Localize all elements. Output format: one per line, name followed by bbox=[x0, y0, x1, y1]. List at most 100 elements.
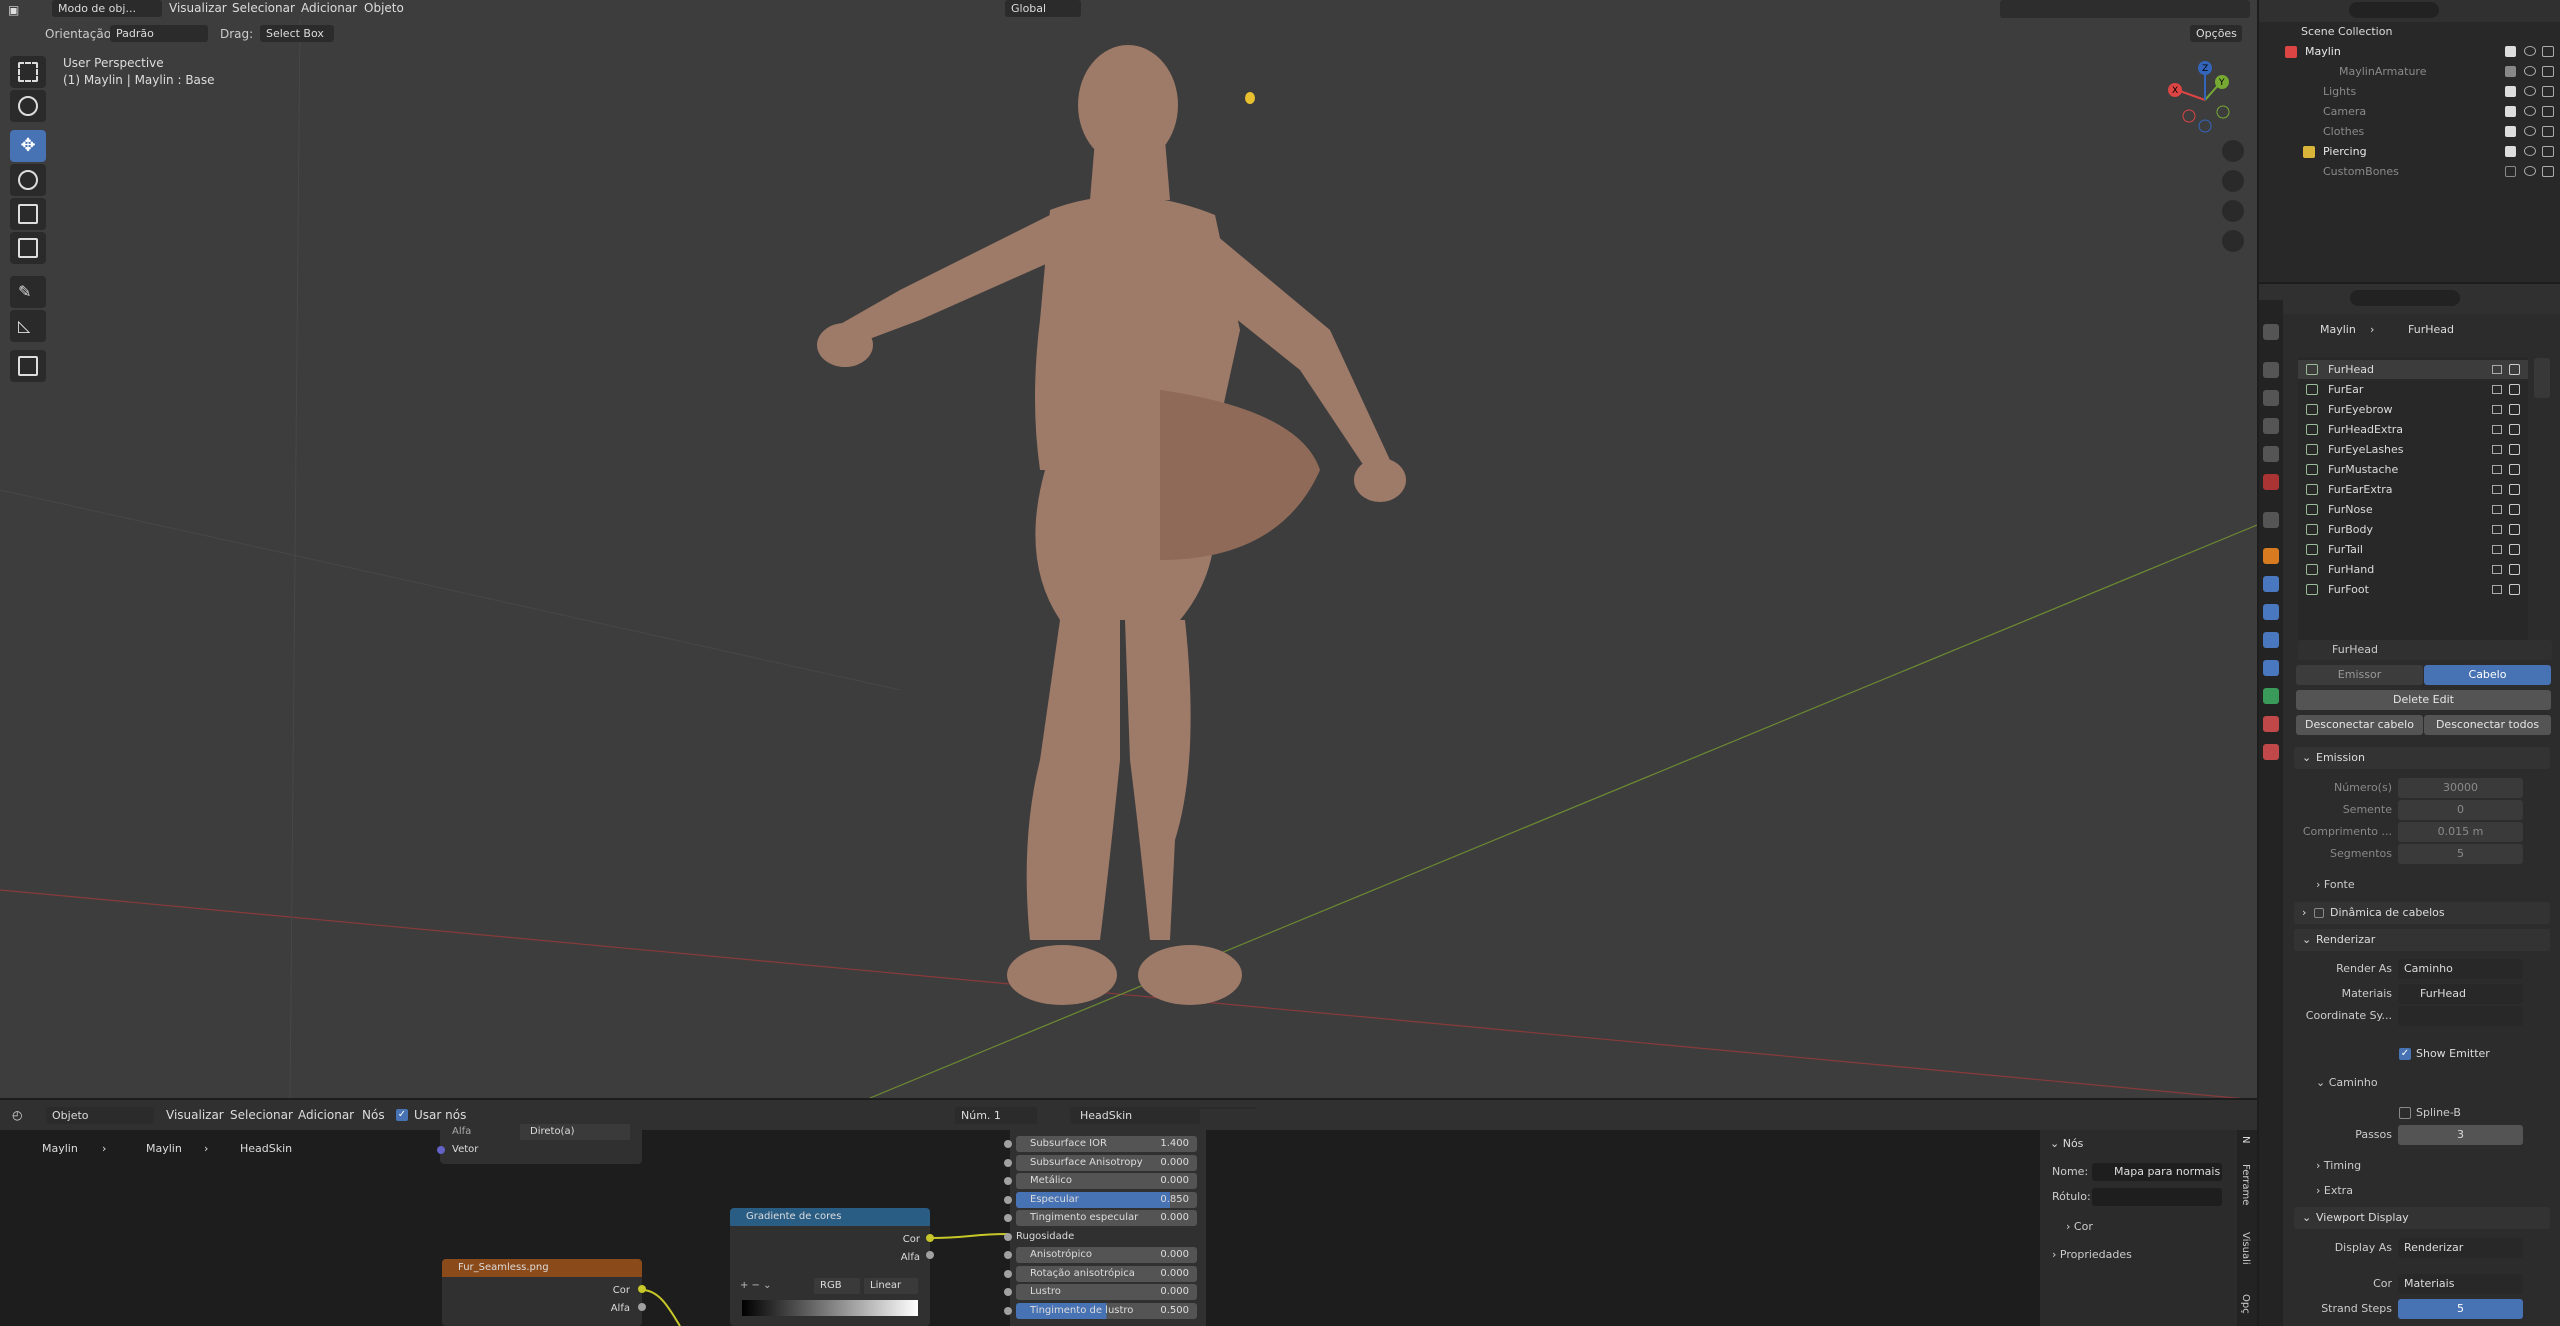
bsdf-value-field[interactable]: Anisotrópico 0.000 bbox=[1016, 1247, 1197, 1263]
bsdf-input-socket[interactable] bbox=[1004, 1269, 1012, 1278]
drag-dropdown[interactable]: Select Box bbox=[260, 25, 334, 42]
viewport-toggle-icon[interactable] bbox=[2492, 545, 2502, 554]
particle-system-item[interactable]: FurEyebrow bbox=[2302, 400, 2524, 419]
scene-tab-icon[interactable] bbox=[2263, 446, 2279, 462]
hair-dynamics-panel-header[interactable]: › Dinâmica de cabelos bbox=[2294, 902, 2550, 924]
dynamics-checkbox[interactable] bbox=[2314, 908, 2324, 918]
pan-hand-icon[interactable] bbox=[2222, 170, 2244, 192]
bsdf-value-field[interactable]: Subsurface IOR 1.400 bbox=[1016, 1136, 1197, 1152]
viewport-toggle-icon[interactable] bbox=[2492, 485, 2502, 494]
bsdf-input-socket[interactable] bbox=[1004, 1195, 1012, 1204]
shading-controls[interactable] bbox=[2000, 0, 2250, 18]
camera-view-icon[interactable] bbox=[2222, 200, 2244, 222]
sidebar-tab-view[interactable]: Visuali bbox=[2240, 1232, 2251, 1265]
outliner-panel[interactable]: Scene Collection Maylin MaylinArmature L… bbox=[2259, 0, 2560, 282]
viewport-toggle-icon[interactable] bbox=[2492, 385, 2502, 394]
delete-edit-button[interactable]: Delete Edit bbox=[2296, 690, 2551, 710]
scene-collection-row[interactable]: Scene Collection bbox=[2259, 22, 2560, 42]
properties-search-input[interactable] bbox=[2350, 290, 2460, 306]
outliner-search-input[interactable] bbox=[2349, 2, 2439, 18]
bsdf-value-field[interactable]: Subsurface Anisotropy 0.000 bbox=[1016, 1154, 1197, 1171]
transform-tool-button[interactable] bbox=[10, 232, 46, 264]
constraints-tab-icon[interactable] bbox=[2263, 660, 2279, 676]
move-tool-button[interactable]: ✥ bbox=[10, 130, 46, 162]
viewport-toggle-icon[interactable] bbox=[2492, 585, 2502, 594]
modifier-tab-icon[interactable] bbox=[2263, 576, 2279, 592]
bsdf-value-field[interactable]: Especular 0.850 bbox=[1016, 1191, 1197, 1208]
material-name-field[interactable]: HeadSkin bbox=[1070, 1107, 1200, 1124]
node-menu-visualizar[interactable]: Visualizar bbox=[166, 1107, 224, 1123]
particle-system-item[interactable]: FurHand bbox=[2302, 560, 2524, 579]
emission-length-field[interactable]: 0.015 m bbox=[2398, 822, 2523, 842]
outliner-row-maylin[interactable]: Maylin bbox=[2259, 42, 2560, 62]
menu-selecionar[interactable]: Selecionar bbox=[232, 0, 295, 16]
outliner-row-custombones[interactable]: CustomBones bbox=[2259, 162, 2560, 182]
disconnect-hair-button[interactable]: Desconectar cabelo bbox=[2296, 715, 2423, 735]
collection-tab-icon[interactable] bbox=[2263, 512, 2279, 528]
viewport-toggle-icon[interactable] bbox=[2492, 445, 2502, 454]
bsdf-input-socket[interactable] bbox=[1004, 1232, 1012, 1241]
annotate-tool-button[interactable]: ✎ bbox=[10, 276, 46, 308]
material-dropdown[interactable]: FurHead bbox=[2398, 984, 2523, 1004]
render-tab-icon[interactable] bbox=[2263, 362, 2279, 378]
add-cube-tool-button[interactable] bbox=[10, 350, 46, 382]
navigation-gizmo[interactable]: X Y Z bbox=[2165, 60, 2245, 140]
sidebar-tab-options[interactable]: Opç bbox=[2240, 1294, 2251, 1314]
orientation-dropdown[interactable]: Padrão bbox=[110, 25, 208, 42]
properties-tabs[interactable] bbox=[2259, 300, 2283, 1326]
bsdf-value-field[interactable]: Lustro 0.000 bbox=[1016, 1284, 1197, 1300]
outliner-row-clothes[interactable]: Clothes bbox=[2259, 122, 2560, 142]
rotate-tool-button[interactable] bbox=[10, 164, 46, 196]
viewport-toggle-icon[interactable] bbox=[2492, 525, 2502, 534]
bsdf-input-socket[interactable] bbox=[1004, 1306, 1012, 1315]
viewport-toggle-icon[interactable] bbox=[2492, 465, 2502, 474]
bsdf-input-socket[interactable] bbox=[1004, 1251, 1012, 1259]
node-panel-header[interactable]: ⌄ Nós bbox=[2050, 1135, 2083, 1153]
type-emitter-tab[interactable]: Emissor bbox=[2296, 665, 2423, 685]
show-emitter-checkbox[interactable]: ✓ bbox=[2399, 1048, 2411, 1060]
bsdf-input-socket[interactable] bbox=[1004, 1158, 1012, 1167]
path-subpanel[interactable]: ⌄ Caminho bbox=[2316, 1073, 2378, 1093]
bsdf-input-socket[interactable] bbox=[1004, 1177, 1012, 1185]
tool-tab-icon[interactable] bbox=[2263, 324, 2279, 340]
select-tool-button[interactable] bbox=[10, 56, 46, 88]
emission-panel-header[interactable]: ⌄ Emission bbox=[2294, 747, 2550, 769]
node-editor-type-icon[interactable]: ◴ bbox=[12, 1107, 22, 1123]
timing-subpanel[interactable]: › Timing bbox=[2316, 1156, 2361, 1176]
particle-system-item[interactable]: FurEar bbox=[2302, 380, 2524, 399]
node-label-field[interactable] bbox=[2092, 1188, 2222, 1206]
menu-visualizar[interactable]: Visualizar bbox=[169, 0, 227, 16]
viewport-toggle-icon[interactable] bbox=[2492, 425, 2502, 434]
material-slot-dropdown[interactable]: Núm. 1 bbox=[955, 1107, 1037, 1124]
particle-system-item[interactable]: FurFoot bbox=[2302, 580, 2524, 599]
node-name-field[interactable]: Mapa para normais bbox=[2092, 1163, 2222, 1181]
world-tab-icon[interactable] bbox=[2263, 474, 2279, 490]
viewport-toggle-icon[interactable] bbox=[2492, 405, 2502, 414]
outliner-row-camera[interactable]: Camera bbox=[2259, 102, 2560, 122]
bsdf-input-socket[interactable] bbox=[1004, 1140, 1012, 1148]
particle-system-item[interactable]: FurHead bbox=[2302, 360, 2524, 379]
render-toggle-icon[interactable] bbox=[2509, 504, 2520, 515]
disconnect-all-button[interactable]: Desconectar todos bbox=[2424, 715, 2551, 735]
bsdf-value-field[interactable]: Rotação anisotrópica 0.000 bbox=[1016, 1265, 1197, 1282]
physics-tab-icon[interactable] bbox=[2263, 632, 2279, 648]
sidebar-tab-tool[interactable]: Ferrame bbox=[2240, 1164, 2251, 1205]
texture-tab-icon[interactable] bbox=[2263, 744, 2279, 760]
3d-viewport[interactable]: ▣ Modo de obj... Visualizar Selecionar A… bbox=[0, 0, 2257, 1098]
perspective-grid-icon[interactable] bbox=[2222, 230, 2244, 252]
particles-tab-icon[interactable] bbox=[2263, 604, 2279, 620]
particle-settings-selector[interactable]: FurHead bbox=[2298, 640, 2552, 660]
bsdf-value-field[interactable]: Metálico 0.000 bbox=[1016, 1173, 1197, 1189]
render-toggle-icon[interactable] bbox=[2509, 524, 2520, 535]
render-panel-header[interactable]: ⌄ Renderizar bbox=[2294, 929, 2550, 951]
cursor-tool-button[interactable] bbox=[10, 90, 46, 122]
material-tab-icon[interactable] bbox=[2263, 716, 2279, 732]
render-toggle-icon[interactable] bbox=[2509, 364, 2520, 375]
emission-seed-field[interactable]: 0 bbox=[2398, 800, 2523, 820]
bsdf-value-field[interactable]: Tingimento especular 0.000 bbox=[1016, 1210, 1197, 1226]
outliner-row-lights[interactable]: Lights bbox=[2259, 82, 2560, 102]
zoom-icon[interactable] bbox=[2222, 140, 2244, 162]
object-tab-icon[interactable] bbox=[2263, 548, 2279, 564]
strand-steps-field[interactable]: 5 bbox=[2398, 1299, 2523, 1319]
particle-system-item[interactable]: FurTail bbox=[2302, 540, 2524, 559]
